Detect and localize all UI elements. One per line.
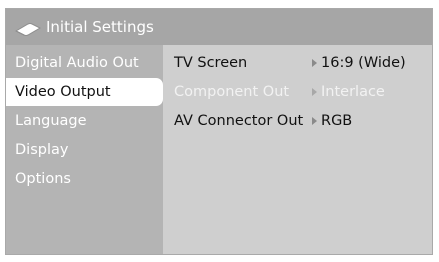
initial-settings-window: Initial Settings Digital Audio Out Video…: [5, 8, 433, 255]
setting-row-component-out: Component Out Interlace: [163, 79, 432, 105]
setting-value: 16:9 (Wide): [321, 55, 406, 71]
sidebar-item-display[interactable]: Display: [6, 136, 163, 164]
title-bar: Initial Settings: [6, 9, 432, 45]
arrow-right-icon: [312, 117, 317, 125]
arrow-right-icon: [312, 59, 317, 67]
sidebar-item-language[interactable]: Language: [6, 107, 163, 135]
setting-row-av-connector-out[interactable]: AV Connector Out RGB: [163, 108, 432, 134]
remote-control-icon: [14, 21, 42, 36]
sidebar-item-digital-audio-out[interactable]: Digital Audio Out: [6, 49, 163, 77]
setting-label: Component Out: [174, 84, 290, 100]
window-title: Initial Settings: [46, 18, 154, 36]
sidebar-item-video-output[interactable]: Video Output: [6, 78, 163, 106]
settings-category-menu: Digital Audio Out Video Output Language …: [6, 45, 163, 254]
arrow-right-icon: [312, 88, 317, 96]
sidebar-item-options[interactable]: Options: [6, 165, 163, 193]
setting-label: AV Connector Out: [174, 113, 304, 129]
setting-label: TV Screen: [174, 55, 248, 71]
video-output-settings-panel: TV Screen 16:9 (Wide) Component Out Inte…: [163, 45, 432, 254]
setting-value: RGB: [321, 113, 353, 129]
setting-row-tv-screen[interactable]: TV Screen 16:9 (Wide): [163, 50, 432, 76]
setting-value: Interlace: [321, 84, 385, 100]
